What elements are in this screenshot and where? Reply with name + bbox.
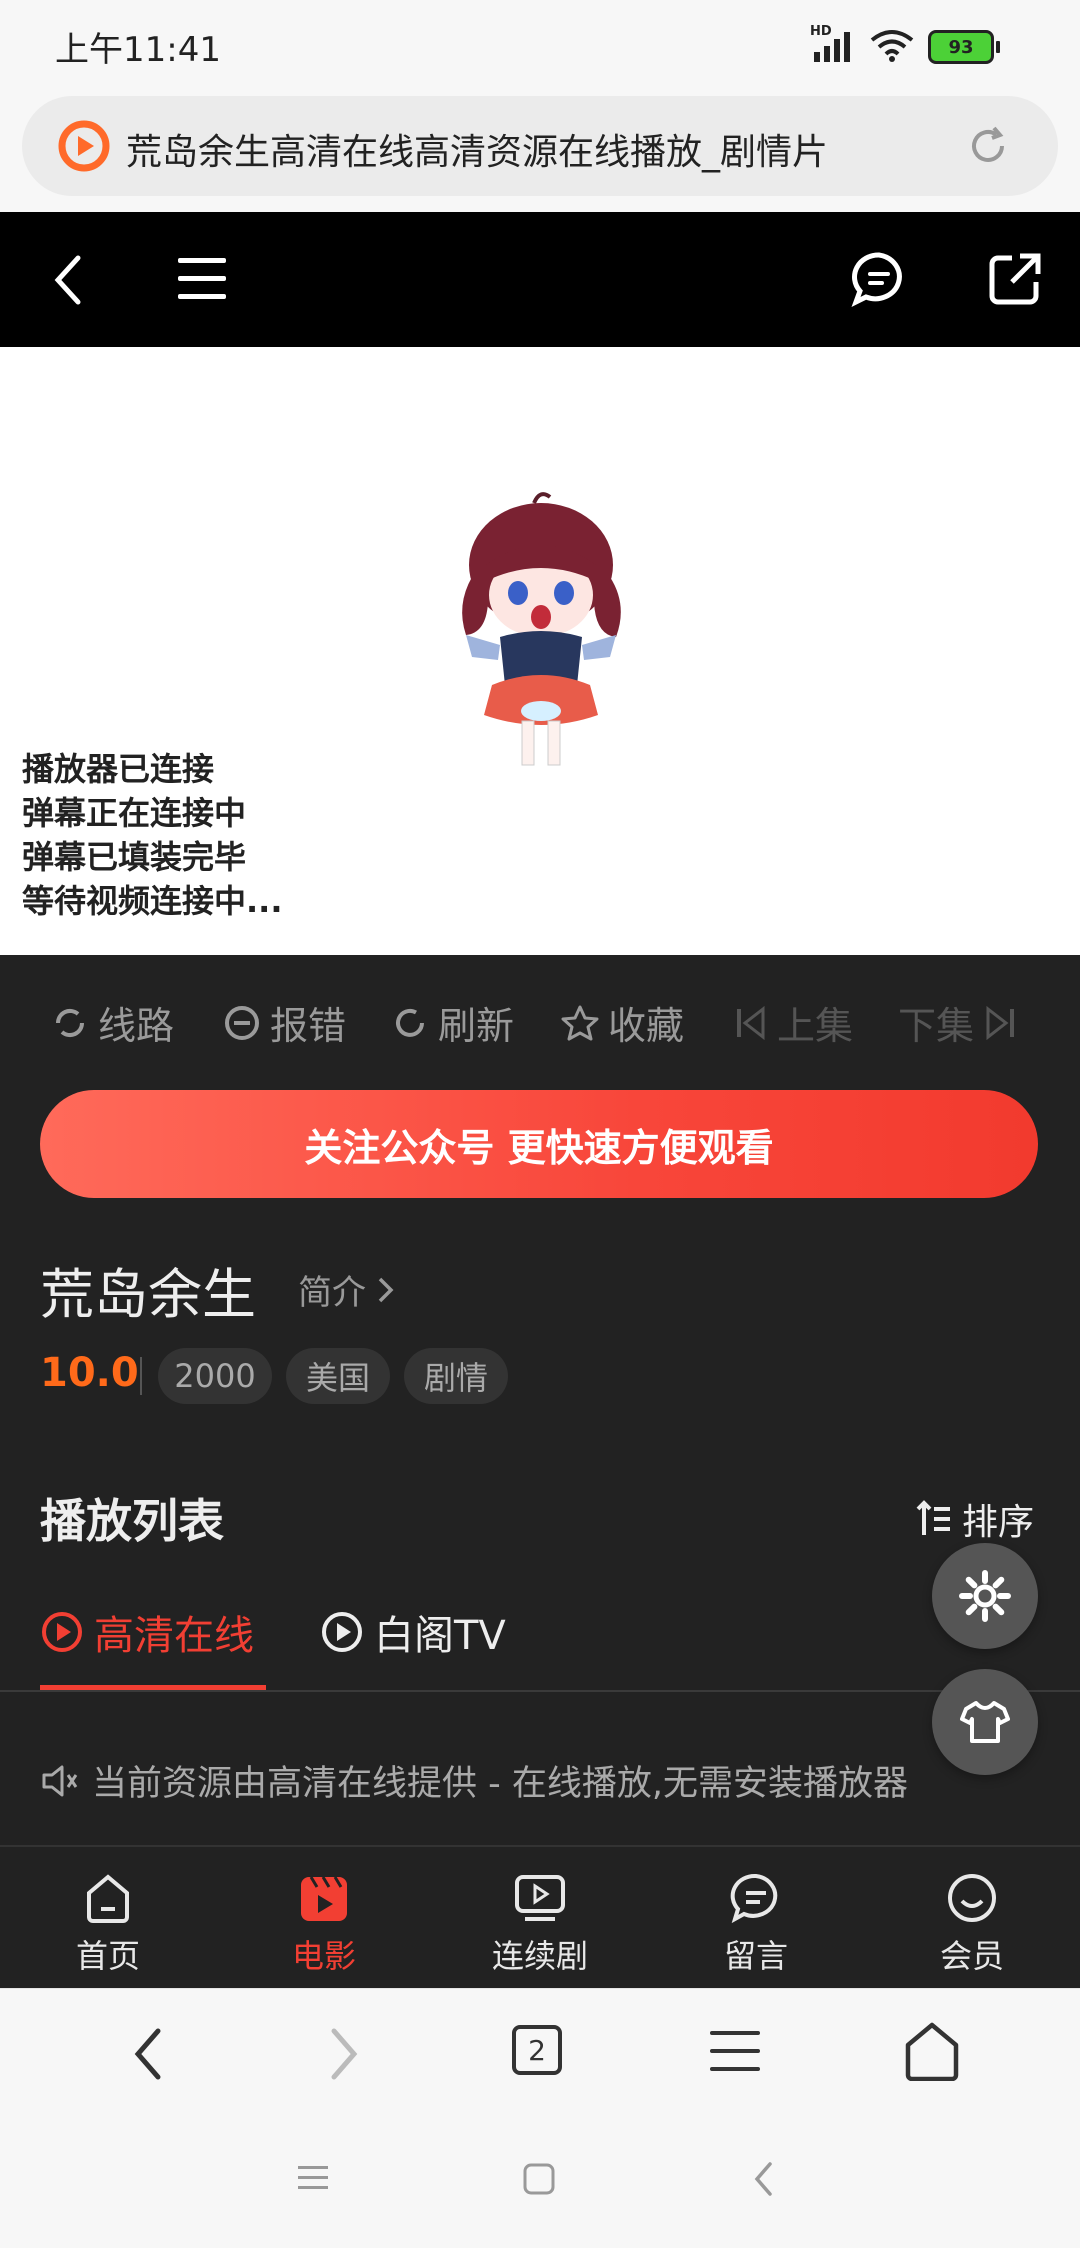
nav-label: 会员 <box>939 1937 1004 1975</box>
report-button[interactable]: 报错 <box>222 995 346 1050</box>
favorite-button[interactable]: 收藏 <box>560 995 684 1050</box>
refresh-icon <box>396 1008 424 1037</box>
recents-icon[interactable] <box>296 2162 332 2198</box>
play-circle-icon <box>322 1612 362 1652</box>
address-bar[interactable]: 荒岛余生高清在线高清资源在线播放_剧情片 <box>22 96 1058 196</box>
report-label: 报错 <box>270 1004 347 1048</box>
theme-fab[interactable] <box>932 1669 1038 1775</box>
movie-icon <box>301 1876 347 1921</box>
refresh-label: 刷新 <box>438 1004 515 1048</box>
settings-fab[interactable] <box>932 1543 1038 1649</box>
refresh-button[interactable]: 刷新 <box>390 995 514 1050</box>
movie-content: 线路 报错 刷新 收藏 上集 下集 关注公众号 更快速方便观看 荒岛余生 简介 … <box>0 955 1080 1988</box>
playlist-heading: 播放列表 <box>40 1494 224 1548</box>
tag-chip-genre[interactable]: 剧情 <box>404 1348 508 1404</box>
page-title[interactable]: 荒岛余生高清在线高清资源在线播放_剧情片 <box>126 123 916 175</box>
comment-icon <box>730 1873 778 1924</box>
route-icon <box>55 1008 85 1037</box>
system-nav-bar <box>0 2118 1080 2248</box>
intro-label: 简介 <box>298 1273 366 1313</box>
speaker-icon <box>42 1765 78 1796</box>
source-notice: 当前资源由高清在线提供 - 在线播放,无需安装播放器 <box>40 1755 908 1806</box>
sort-icon <box>916 1500 950 1535</box>
score-divider <box>140 1357 142 1395</box>
player-log: 播放器已连接 弹幕正在连接中 弹幕已填装完毕 等待视频连接中... <box>22 747 282 923</box>
video-player[interactable]: 播放器已连接 弹幕正在连接中 弹幕已填装完毕 等待视频连接中... <box>0 347 1080 955</box>
nav-member[interactable]: 会员 <box>864 1847 1080 1990</box>
tab-baige-tv[interactable]: 白阁TV <box>320 1603 506 1661</box>
site-logo-icon <box>58 120 110 172</box>
tab-hd-online[interactable]: 高清在线 <box>40 1603 254 1661</box>
next-episode-button[interactable]: 下集 <box>898 995 1018 1050</box>
favorite-label: 收藏 <box>608 1004 685 1048</box>
wifi-icon <box>870 28 914 66</box>
next-icon <box>986 1005 1015 1040</box>
loading-mascot-icon <box>436 485 646 779</box>
movie-title: 荒岛余生 <box>40 1263 256 1326</box>
app-bottom-nav: 首页 电影 连续剧 留言 会员 <box>0 1845 1080 1990</box>
network-type: HD <box>810 24 832 39</box>
battery-icon: 93 <box>928 30 1000 64</box>
nav-home[interactable]: 首页 <box>0 1847 216 1990</box>
prev-label: 上集 <box>777 1004 854 1048</box>
share-icon[interactable] <box>986 250 1044 312</box>
reload-icon[interactable] <box>964 122 1012 170</box>
tab-label: 高清在线 <box>94 1613 254 1659</box>
home-icon <box>87 1874 129 1923</box>
battery-level: 93 <box>928 30 994 64</box>
route-button[interactable]: 线路 <box>50 995 174 1050</box>
site-header <box>0 212 1080 347</box>
log-line: 播放器已连接 <box>22 750 215 788</box>
browser-toolbar: 2 <box>0 1988 1080 2119</box>
browser-home-icon[interactable] <box>904 2021 960 2085</box>
log-line: 等待视频连接中... <box>22 882 283 920</box>
nav-label: 连续剧 <box>491 1937 588 1975</box>
log-line: 弹幕已填装完毕 <box>22 838 247 876</box>
tabs-button[interactable]: 2 <box>512 2025 562 2075</box>
follow-banner-button[interactable]: 关注公众号 更快速方便观看 <box>40 1090 1038 1198</box>
star-icon <box>561 1005 599 1040</box>
log-line: 弹幕正在连接中 <box>22 794 247 832</box>
tag-chip-region[interactable]: 美国 <box>286 1348 390 1404</box>
status-bar: 上午11:41 HD 93 <box>0 0 1080 90</box>
movie-score: 10.0 <box>40 1350 139 1396</box>
nav-label: 首页 <box>75 1937 140 1975</box>
browser-menu-icon[interactable] <box>708 2029 762 2079</box>
back-icon[interactable] <box>48 250 88 314</box>
status-icons: HD 93 <box>810 24 1000 66</box>
notice-text: 当前资源由高清在线提供 - 在线播放,无需安装播放器 <box>92 1764 909 1804</box>
nav-message[interactable]: 留言 <box>648 1847 864 1990</box>
tab-label: 白阁TV <box>374 1613 506 1659</box>
sort-label: 排序 <box>962 1502 1035 1543</box>
intro-link[interactable]: 简介 <box>298 1265 396 1314</box>
browser-forward-icon[interactable] <box>324 2025 364 2087</box>
report-icon <box>225 1005 259 1040</box>
prev-icon <box>737 1005 765 1040</box>
next-label: 下集 <box>898 1004 975 1048</box>
signal-icon: HD <box>810 24 856 64</box>
tab-divider <box>0 1690 1080 1692</box>
system-home-icon[interactable] <box>522 2162 556 2200</box>
nav-movie[interactable]: 电影 <box>216 1847 432 1990</box>
route-label: 线路 <box>98 1004 175 1048</box>
sort-button[interactable]: 排序 <box>916 1493 1034 1545</box>
play-circle-icon <box>42 1612 82 1652</box>
nav-label: 留言 <box>723 1937 788 1975</box>
tv-icon <box>515 1875 565 1921</box>
shirt-icon <box>960 1701 1010 1743</box>
nav-series[interactable]: 连续剧 <box>432 1847 648 1990</box>
gear-icon <box>959 1570 1011 1622</box>
browser-back-icon[interactable] <box>128 2025 168 2087</box>
menu-icon[interactable] <box>176 254 230 308</box>
nav-label: 电影 <box>291 1937 356 1975</box>
system-back-icon[interactable] <box>752 2160 776 2202</box>
prev-episode-button[interactable]: 上集 <box>733 995 853 1050</box>
chevron-right-icon <box>378 1277 394 1302</box>
status-time: 上午11:41 <box>55 30 221 70</box>
comment-icon[interactable] <box>850 250 908 312</box>
tag-chip-year[interactable]: 2000 <box>158 1348 272 1404</box>
smile-icon <box>948 1874 996 1922</box>
